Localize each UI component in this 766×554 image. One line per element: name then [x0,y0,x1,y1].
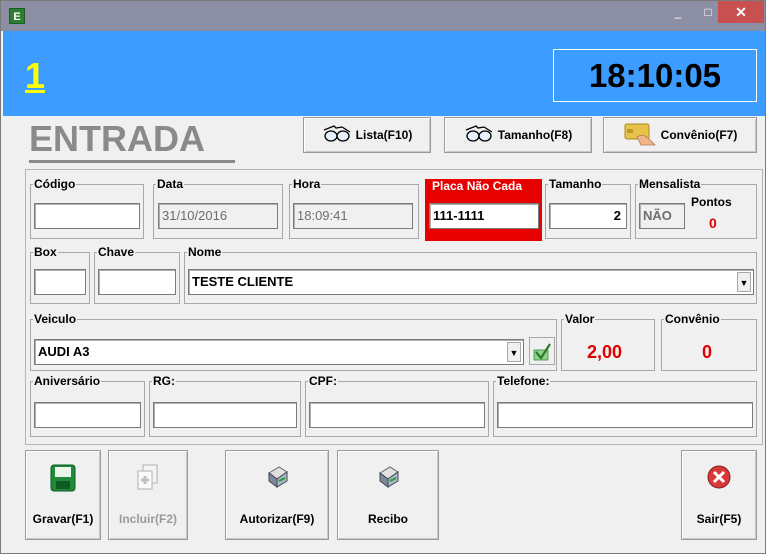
sair-button[interactable]: Sair(F5) [681,450,757,540]
hora-input[interactable]: 18:09:41 [293,203,413,229]
app-window: E _ □ ✕ 1 18:10:05 ENTRADA Lista(F10) Ta… [0,0,766,554]
confirm-veiculo-button[interactable] [529,337,555,365]
card-icon [623,121,657,150]
sair-label: Sair(F5) [696,512,742,526]
mensalista-label: Mensalista [639,177,701,191]
aniversario-label: Aniversário [34,374,101,388]
convenio-label: Convênio(F7) [660,128,738,142]
cpf-label: CPF: [309,374,337,388]
minimize-button[interactable]: _ [662,1,694,23]
incluir-button[interactable]: Incluir(F2) [108,450,188,540]
clock-display: 18:10:05 [553,49,757,102]
rg-input[interactable] [153,402,297,428]
box-input[interactable] [34,269,86,295]
hora-label: Hora [293,177,321,191]
chave-label: Chave [98,245,135,259]
nome-value: TESTE CLIENTE [192,274,294,289]
printer-icon [263,463,291,494]
nome-label: Nome [188,245,222,259]
title-underline [29,160,235,163]
autorizar-label: Autorizar(F9) [239,512,315,526]
pontos-value: 0 [709,215,717,231]
ticket-number: 1 [25,55,46,96]
recibo-label: Recibo [367,512,408,526]
convenio-button[interactable]: Convênio(F7) [603,117,757,153]
glasses-icon [464,124,494,147]
tamanho-field-label: Tamanho [549,177,602,191]
valor-label: Valor [565,312,595,326]
tamanho-label: Tamanho(F8) [497,128,573,142]
veiculo-label: Veiculo [34,312,77,326]
lista-label: Lista(F10) [355,128,413,142]
placa-input[interactable]: 111-1111 [429,203,539,229]
check-icon [533,343,551,361]
veiculo-select[interactable]: AUDI A3 ▼ [34,339,524,365]
app-icon: E [9,8,25,24]
box-label: Box [34,245,57,259]
telefone-input[interactable] [497,402,753,428]
glasses-icon [322,124,352,147]
codigo-input[interactable] [34,203,140,229]
telefone-label: Telefone: [497,374,550,388]
lista-button[interactable]: Lista(F10) [303,117,431,153]
page-title: ENTRADA [29,118,205,159]
title-bar: E _ □ ✕ [1,1,765,31]
gravar-label: Gravar(F1) [32,512,94,526]
tamanho-input[interactable]: 2 [549,203,627,229]
chave-input[interactable] [98,269,176,295]
data-label: Data [157,177,184,191]
add-document-icon [134,463,162,496]
data-input[interactable]: 31/10/2016 [158,203,278,229]
tamanho-button[interactable]: Tamanho(F8) [444,117,592,153]
placa-label: Placa Não Cada [432,179,523,193]
autorizar-button[interactable]: Autorizar(F9) [225,450,329,540]
valor-value: 2,00 [587,342,623,362]
rg-label: RG: [153,374,175,388]
codigo-label: Código [34,177,76,191]
mensalista-input[interactable]: NÃO [639,203,685,229]
close-button[interactable]: ✕ [718,1,764,23]
convenio-field-label: Convênio [665,312,720,326]
cpf-input[interactable] [309,402,485,428]
chevron-down-icon[interactable]: ▼ [737,272,751,292]
exit-icon [705,463,733,494]
nome-select[interactable]: TESTE CLIENTE ▼ [188,269,754,295]
printer-icon [374,463,402,494]
aniversario-input[interactable] [34,402,141,428]
recibo-button[interactable]: Recibo [337,450,439,540]
incluir-label: Incluir(F2) [118,512,177,526]
save-disk-icon [49,463,77,496]
gravar-button[interactable]: Gravar(F1) [25,450,101,540]
convenio-value: 0 [702,342,713,362]
veiculo-value: AUDI A3 [38,344,90,359]
pontos-label: Pontos [691,195,732,209]
chevron-down-icon[interactable]: ▼ [507,342,521,362]
